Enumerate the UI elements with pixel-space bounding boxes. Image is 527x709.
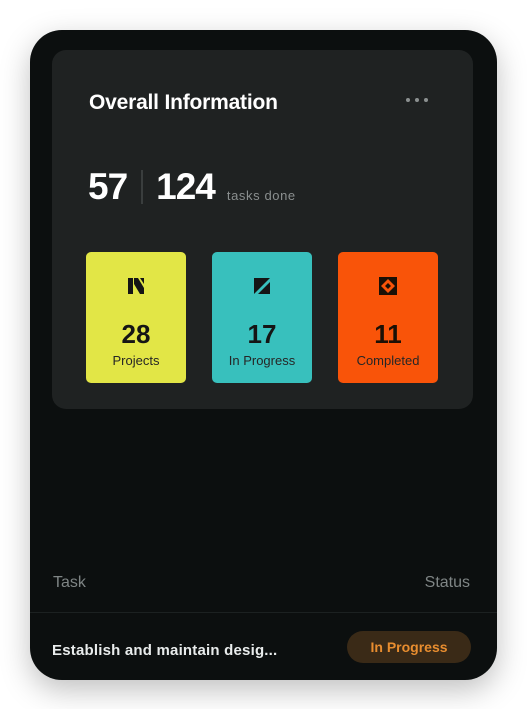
task-column-header: Task (53, 574, 86, 591)
stats-divider (141, 169, 144, 204)
projects-icon (128, 278, 144, 294)
tasks-done-label: tasks done (226, 188, 296, 203)
in-progress-tile[interactable]: 17 In Progress (212, 252, 312, 383)
more-options-icon[interactable] (406, 95, 436, 105)
task-name[interactable]: Establish and maintain desig... (52, 642, 277, 659)
completed-label: Completed (356, 353, 420, 368)
tasks-done-count: 57 (88, 166, 128, 207)
in-progress-icon (254, 278, 270, 294)
completed-icon (379, 277, 397, 295)
in-progress-count: 17 (247, 319, 277, 349)
status-column-header: Status (424, 574, 470, 591)
projects-label: Projects (112, 353, 160, 368)
projects-tile[interactable]: 28 Projects (86, 252, 186, 383)
in-progress-label: In Progress (228, 353, 296, 368)
status-badge[interactable]: In Progress (347, 631, 471, 663)
tasks-total-count: 124 (156, 166, 216, 207)
table-divider (30, 612, 497, 613)
app-screen: Overall Information 57 124 tasks done 28… (30, 30, 497, 680)
summary-tiles: 28 Projects 17 In Progress 11 Completed (86, 252, 438, 383)
task-table-header: Task Status (53, 574, 470, 592)
projects-count: 28 (121, 319, 151, 349)
card-title: Overall Information (89, 91, 278, 114)
tasks-stats: 57 124 tasks done (88, 168, 296, 205)
completed-tile[interactable]: 11 Completed (338, 252, 438, 383)
completed-count: 11 (374, 319, 402, 349)
overall-information-card: Overall Information 57 124 tasks done 28… (52, 50, 473, 409)
